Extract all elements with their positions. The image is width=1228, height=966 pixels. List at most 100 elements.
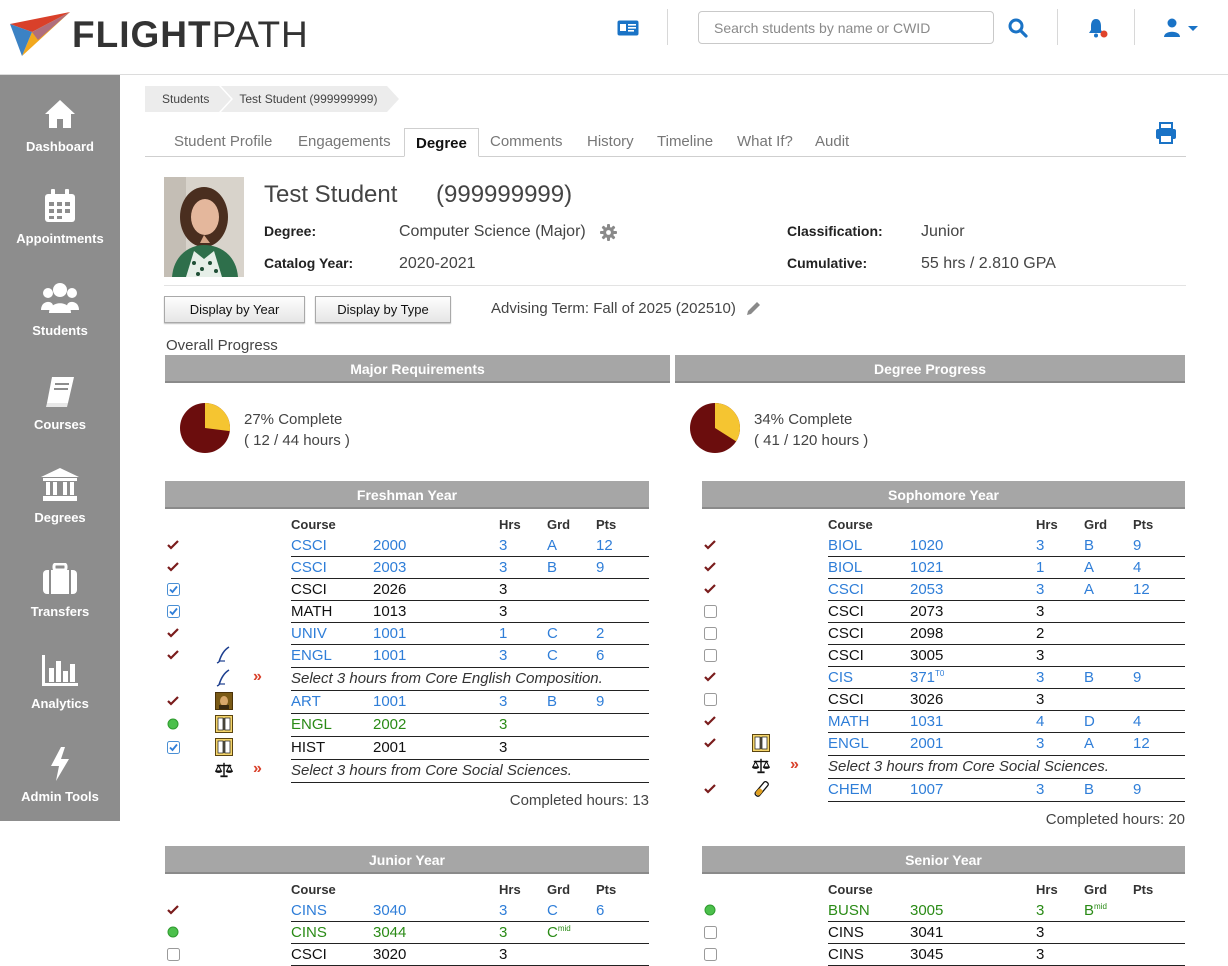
course-number[interactable]: 3005 xyxy=(910,902,943,919)
course-grade[interactable]: B xyxy=(1084,537,1094,554)
checkmark-icon[interactable] xyxy=(166,694,180,708)
course-row[interactable]: BIOL 1020 3 B 9 xyxy=(702,535,1185,557)
course-grade[interactable]: A xyxy=(1084,581,1094,598)
tab-history[interactable]: History xyxy=(587,133,634,150)
checkmark-icon[interactable] xyxy=(703,782,717,796)
course-number[interactable]: 1001 xyxy=(373,693,406,710)
student-search-input[interactable] xyxy=(698,11,994,44)
course-hours[interactable]: 3 xyxy=(499,537,507,554)
course-subject[interactable]: CSCI xyxy=(828,581,864,598)
tab-student-profile[interactable]: Student Profile xyxy=(174,133,272,150)
tab-what-if[interactable]: What If? xyxy=(737,133,793,150)
course-hours[interactable]: 3 xyxy=(499,647,507,664)
course-grade[interactable]: B xyxy=(1084,669,1094,686)
sidebar-item-students[interactable]: Students xyxy=(0,280,120,370)
empty-checkbox-icon[interactable] xyxy=(166,947,180,961)
checkmark-icon[interactable] xyxy=(703,736,717,750)
course-points[interactable]: 9 xyxy=(1133,781,1141,798)
course-number[interactable]: 2000 xyxy=(373,537,406,554)
course-number[interactable]: 3044 xyxy=(373,924,406,941)
course-grade[interactable]: D xyxy=(1084,713,1095,730)
course-hours[interactable]: 3 xyxy=(499,902,507,919)
course-row[interactable]: BUSN 3005 3 Bmid xyxy=(702,900,1185,922)
display-by-year-button[interactable]: Display by Year xyxy=(164,296,305,323)
checkmark-icon[interactable] xyxy=(166,538,180,552)
course-grade[interactable]: B xyxy=(547,693,557,710)
checkmark-icon[interactable] xyxy=(166,560,180,574)
course-points[interactable]: 4 xyxy=(1133,559,1141,576)
checkmark-icon[interactable] xyxy=(703,582,717,596)
tab-degree[interactable]: Degree xyxy=(404,128,479,157)
course-grade[interactable]: A xyxy=(1084,735,1094,752)
course-points[interactable]: 12 xyxy=(596,537,613,554)
course-hours[interactable]: 3 xyxy=(1036,735,1044,752)
course-row[interactable]: ENGL 2001 3 A 12 xyxy=(702,733,1185,756)
course-row[interactable]: MATH 1013 3 xyxy=(165,601,649,623)
requirement-group-row[interactable]: » Select 3 hours from Core Social Science… xyxy=(702,756,1185,779)
course-hours[interactable]: 3 xyxy=(499,924,507,941)
user-menu-icon[interactable] xyxy=(1160,16,1200,40)
course-number[interactable]: 2053 xyxy=(910,581,943,598)
bell-notification-icon[interactable] xyxy=(1085,16,1111,40)
display-by-type-button[interactable]: Display by Type xyxy=(315,296,451,323)
course-number[interactable]: 2002 xyxy=(373,716,406,733)
course-number[interactable]: 1021 xyxy=(910,559,943,576)
course-subject[interactable]: CSCI xyxy=(291,559,327,576)
print-icon[interactable] xyxy=(1155,122,1177,149)
select-hours-text[interactable]: Select 3 hours from Core English Composi… xyxy=(291,670,603,687)
course-subject[interactable]: ART xyxy=(291,693,321,710)
course-points[interactable]: 9 xyxy=(1133,669,1141,686)
course-hours[interactable]: 1 xyxy=(1036,559,1044,576)
course-subject[interactable]: ENGL xyxy=(291,716,332,733)
course-points[interactable]: 9 xyxy=(596,693,604,710)
course-row[interactable]: CHEM 1007 3 B 9 xyxy=(702,779,1185,802)
checkmark-icon[interactable] xyxy=(703,670,717,684)
checked-checkbox-icon[interactable] xyxy=(166,604,180,618)
course-row[interactable]: ENGL 1001 3 C 6 xyxy=(165,645,649,668)
course-grade[interactable]: C xyxy=(547,647,558,664)
course-points[interactable]: 9 xyxy=(596,559,604,576)
course-points[interactable]: 12 xyxy=(1133,735,1150,752)
course-subject[interactable]: BIOL xyxy=(828,559,862,576)
course-grade[interactable]: Bmid xyxy=(1084,902,1107,919)
course-number[interactable]: 2003 xyxy=(373,559,406,576)
course-subject[interactable]: MATH xyxy=(828,713,869,730)
course-row[interactable]: CSCI 2003 3 B 9 xyxy=(165,557,649,579)
course-grade[interactable]: A xyxy=(1084,559,1094,576)
course-row[interactable]: CSCI 3020 3 xyxy=(165,944,649,966)
course-grade[interactable]: A xyxy=(547,537,557,554)
course-subject[interactable]: CIS xyxy=(828,669,853,686)
course-row[interactable]: CINS 3041 3 xyxy=(702,922,1185,944)
select-hours-text[interactable]: Select 3 hours from Core Social Sciences… xyxy=(828,758,1109,775)
empty-checkbox-icon[interactable] xyxy=(703,925,717,939)
requirement-group-row[interactable]: » Select 3 hours from Core Social Science… xyxy=(165,760,649,783)
course-hours[interactable]: 3 xyxy=(1036,537,1044,554)
empty-checkbox-icon[interactable] xyxy=(703,692,717,706)
empty-checkbox-icon[interactable] xyxy=(703,648,717,662)
double-chevron-right-icon[interactable]: » xyxy=(253,668,262,686)
course-subject[interactable]: ENGL xyxy=(828,735,869,752)
sidebar-item-degrees[interactable]: Degrees xyxy=(0,467,120,557)
course-row[interactable]: CSCI 3005 3 xyxy=(702,645,1185,667)
course-number[interactable]: 1001 xyxy=(373,647,406,664)
double-chevron-right-icon[interactable]: » xyxy=(253,760,262,778)
checkmark-icon[interactable] xyxy=(703,714,717,728)
in-progress-dot-icon[interactable] xyxy=(166,717,180,731)
in-progress-dot-icon[interactable] xyxy=(703,903,717,917)
breadcrumb-students[interactable]: Students xyxy=(145,86,234,112)
id-card-icon[interactable] xyxy=(616,18,640,38)
course-row[interactable]: BIOL 1021 1 A 4 xyxy=(702,557,1185,579)
course-number[interactable]: 2001 xyxy=(910,735,943,752)
course-hours[interactable]: 3 xyxy=(1036,781,1044,798)
flightpath-logo[interactable]: FLIGHTPATH xyxy=(8,10,308,58)
course-hours[interactable]: 3 xyxy=(1036,902,1044,919)
course-row[interactable]: HIST 2001 3 xyxy=(165,737,649,760)
course-row[interactable]: ART 1001 3 B 9 xyxy=(165,691,649,714)
course-number[interactable]: 1020 xyxy=(910,537,943,554)
empty-checkbox-icon[interactable] xyxy=(703,947,717,961)
checkmark-icon[interactable] xyxy=(703,560,717,574)
tab-comments[interactable]: Comments xyxy=(490,133,563,150)
course-grade[interactable]: C xyxy=(547,902,558,919)
course-grade[interactable]: B xyxy=(547,559,557,576)
course-row[interactable]: CINS 3040 3 C 6 xyxy=(165,900,649,922)
